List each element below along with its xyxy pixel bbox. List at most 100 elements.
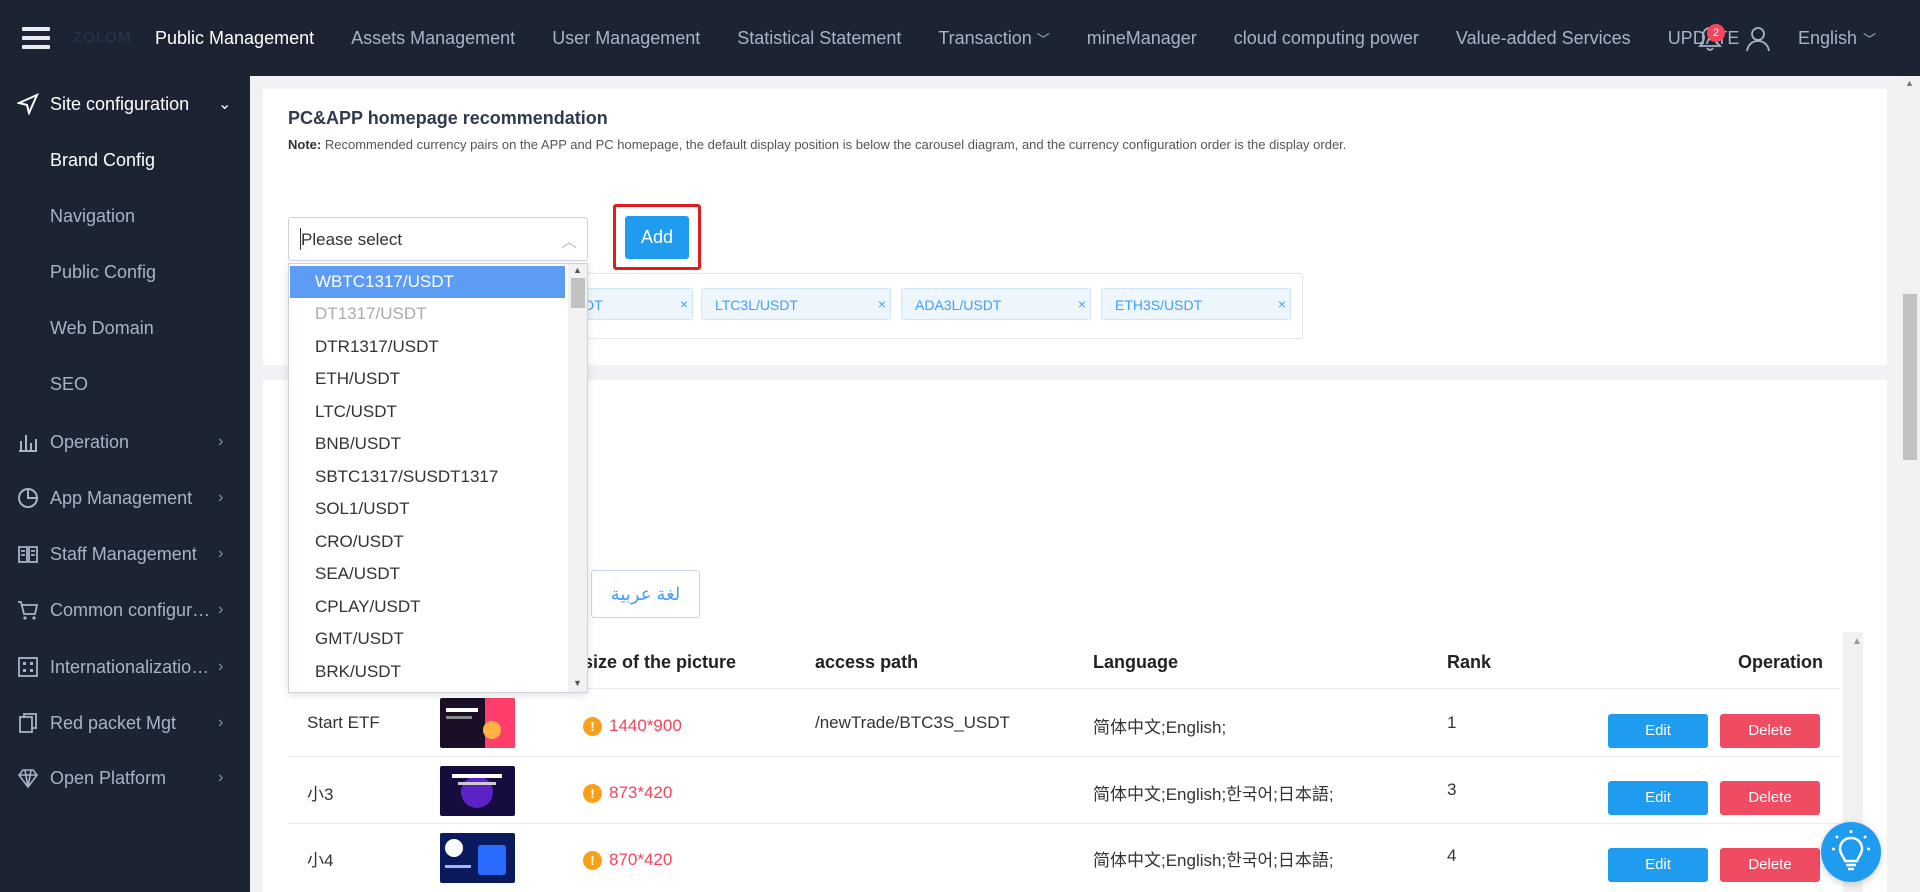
chevron-right-icon: ›: [218, 658, 224, 675]
banner-language: 简体中文;English;: [1093, 718, 1227, 737]
dropdown-option[interactable]: SBTC1317/SUSDT1317: [290, 461, 565, 493]
close-icon[interactable]: ×: [1078, 296, 1086, 312]
sidebar-item-red-packet-mgt[interactable]: Red packet Mgt ›: [0, 699, 250, 747]
sidebar-item-seo[interactable]: SEO: [50, 374, 88, 395]
sidebar-item-brand-config[interactable]: Brand Config: [50, 150, 155, 171]
dropdown-option[interactable]: DTR1317/USDT: [290, 331, 565, 363]
sidebar-item-web-domain[interactable]: Web Domain: [50, 318, 154, 339]
nav-public-management[interactable]: Public Management: [155, 28, 314, 49]
edit-button[interactable]: Edit: [1608, 714, 1708, 748]
close-icon[interactable]: ×: [1278, 296, 1286, 312]
sidebar-item-operation[interactable]: Operation ›: [0, 418, 250, 466]
dropdown-option[interactable]: CRO/USDT: [290, 526, 565, 558]
banner-thumbnail[interactable]: [440, 833, 515, 883]
banner-rank: 3: [1447, 780, 1457, 799]
banner-thumbnail[interactable]: [440, 698, 515, 748]
tab-arabic[interactable]: لغة عربية: [591, 570, 700, 618]
tag-item: LTC3L/USDT ×: [701, 288, 891, 320]
sidebar-item-common-configuration[interactable]: Common configura... ›: [0, 586, 250, 634]
dropdown-option[interactable]: CPLAY/USDT: [290, 591, 565, 623]
close-icon[interactable]: ×: [878, 296, 886, 312]
nav-transaction[interactable]: Transaction ﹀: [938, 28, 1049, 49]
nav-cloud-computing-power[interactable]: cloud computing power: [1234, 28, 1419, 49]
sidebar-item-internationalization[interactable]: Internationalization... ›: [0, 643, 250, 691]
sidebar-item-navigation[interactable]: Navigation: [50, 206, 135, 227]
nav-value-added-services[interactable]: Value-added Services: [1456, 28, 1631, 49]
nav-user-management[interactable]: User Management: [552, 28, 700, 49]
dropdown-option[interactable]: BRK/USDT: [290, 656, 565, 688]
dropdown-scrollbar[interactable]: ▲ ▼: [568, 264, 587, 692]
add-button[interactable]: Add: [625, 216, 689, 259]
currency-pair-dropdown: WBTC1317/USDT DT1317/USDT DTR1317/USDT E…: [288, 263, 588, 693]
pie-chart-icon: [18, 488, 38, 508]
delete-button[interactable]: Delete: [1720, 781, 1820, 815]
tag-item: ETH3S/USDT ×: [1101, 288, 1291, 320]
dropdown-option[interactable]: LTC/USDT: [290, 396, 565, 428]
dropdown-option: DT1317/USDT: [315, 304, 427, 323]
banner-rank: 4: [1447, 846, 1457, 865]
banner-name: 小4: [307, 851, 334, 870]
picture-size: ! 873*420: [583, 783, 672, 803]
chevron-up-icon: ︿: [561, 234, 578, 251]
row-divider: [288, 756, 1840, 757]
help-button[interactable]: [1821, 822, 1881, 882]
banner-thumbnail[interactable]: [440, 766, 515, 816]
tag-item: ADA3L/USDT ×: [901, 288, 1091, 320]
scroll-thumb[interactable]: [1903, 294, 1917, 460]
cart-icon: [18, 601, 39, 620]
lightbulb-icon: [1832, 830, 1870, 871]
chevron-right-icon: ›: [218, 489, 224, 506]
sidebar-item-open-platform[interactable]: Open Platform ›: [0, 754, 250, 802]
nav-mine-manager[interactable]: mineManager: [1087, 28, 1197, 49]
close-icon[interactable]: ×: [680, 296, 688, 312]
chevron-down-icon: ﹀: [1036, 31, 1050, 47]
banner-name: 小3: [307, 785, 334, 804]
menu-toggle-icon[interactable]: [22, 27, 50, 49]
warning-icon: !: [583, 783, 602, 803]
dropdown-option[interactable]: SOL1/USDT: [290, 493, 565, 525]
diamond-icon: [17, 769, 39, 789]
dropdown-option[interactable]: BNB/USDT: [290, 428, 565, 460]
nav-statistical-statement[interactable]: Statistical Statement: [737, 28, 901, 49]
column-header-operation: Operation: [1738, 652, 1824, 672]
language-selector[interactable]: English ﹀: [1798, 28, 1876, 49]
dropdown-option[interactable]: ETH/USDT: [290, 363, 565, 395]
sidebar-item-site-configuration[interactable]: Site configuration ⌄: [0, 80, 250, 128]
sidebar-item-staff-management[interactable]: Staff Management ›: [0, 530, 250, 578]
send-icon: [17, 93, 39, 115]
scroll-up-icon[interactable]: ▲: [1852, 636, 1862, 647]
scroll-up-icon[interactable]: ▲: [1905, 78, 1914, 88]
chevron-right-icon: ›: [218, 769, 224, 786]
edit-button[interactable]: Edit: [1608, 848, 1708, 882]
banner-language: 简体中文;English;한국어;日本語;: [1093, 851, 1334, 870]
dropdown-option[interactable]: GMT/USDT: [290, 623, 565, 655]
nav-assets-management[interactable]: Assets Management: [351, 28, 515, 49]
column-header-rank: Rank: [1447, 652, 1492, 672]
delete-button[interactable]: Delete: [1720, 848, 1820, 882]
delete-button[interactable]: Delete: [1720, 714, 1820, 748]
chevron-right-icon: ›: [218, 714, 224, 731]
sidebar-item-app-management[interactable]: App Management ›: [0, 474, 250, 522]
logo: ZOLOM: [73, 29, 132, 46]
banner-name: Start ETF: [307, 713, 380, 732]
user-icon[interactable]: [1744, 25, 1772, 53]
page-scrollbar[interactable]: ▲: [1900, 76, 1920, 892]
warning-icon: !: [583, 850, 602, 870]
edit-button[interactable]: Edit: [1608, 781, 1708, 815]
section-title: PC&APP homepage recommendation: [288, 108, 608, 128]
sidebar-item-public-config[interactable]: Public Config: [50, 262, 156, 283]
dropdown-option[interactable]: SEA/USDT: [290, 558, 565, 590]
access-path: /newTrade/BTC3S_USDT: [815, 713, 1010, 732]
bar-chart-icon: [19, 435, 37, 452]
banner-rank: 1: [1447, 713, 1457, 732]
currency-pair-select[interactable]: Please select ︿: [288, 217, 588, 261]
main-nav: Public Management Assets Management User…: [155, 0, 1776, 76]
chevron-right-icon: ›: [218, 433, 224, 450]
scroll-thumb[interactable]: [571, 278, 585, 308]
scroll-up-icon[interactable]: ▲: [573, 265, 582, 275]
dropdown-option[interactable]: WBTC1317/USDT: [290, 266, 565, 298]
notification-badge: 2: [1707, 24, 1725, 42]
scroll-down-icon[interactable]: ▼: [573, 678, 582, 688]
chevron-down-icon: ⌄: [218, 96, 232, 113]
column-header-size: size of the picture: [583, 652, 737, 672]
